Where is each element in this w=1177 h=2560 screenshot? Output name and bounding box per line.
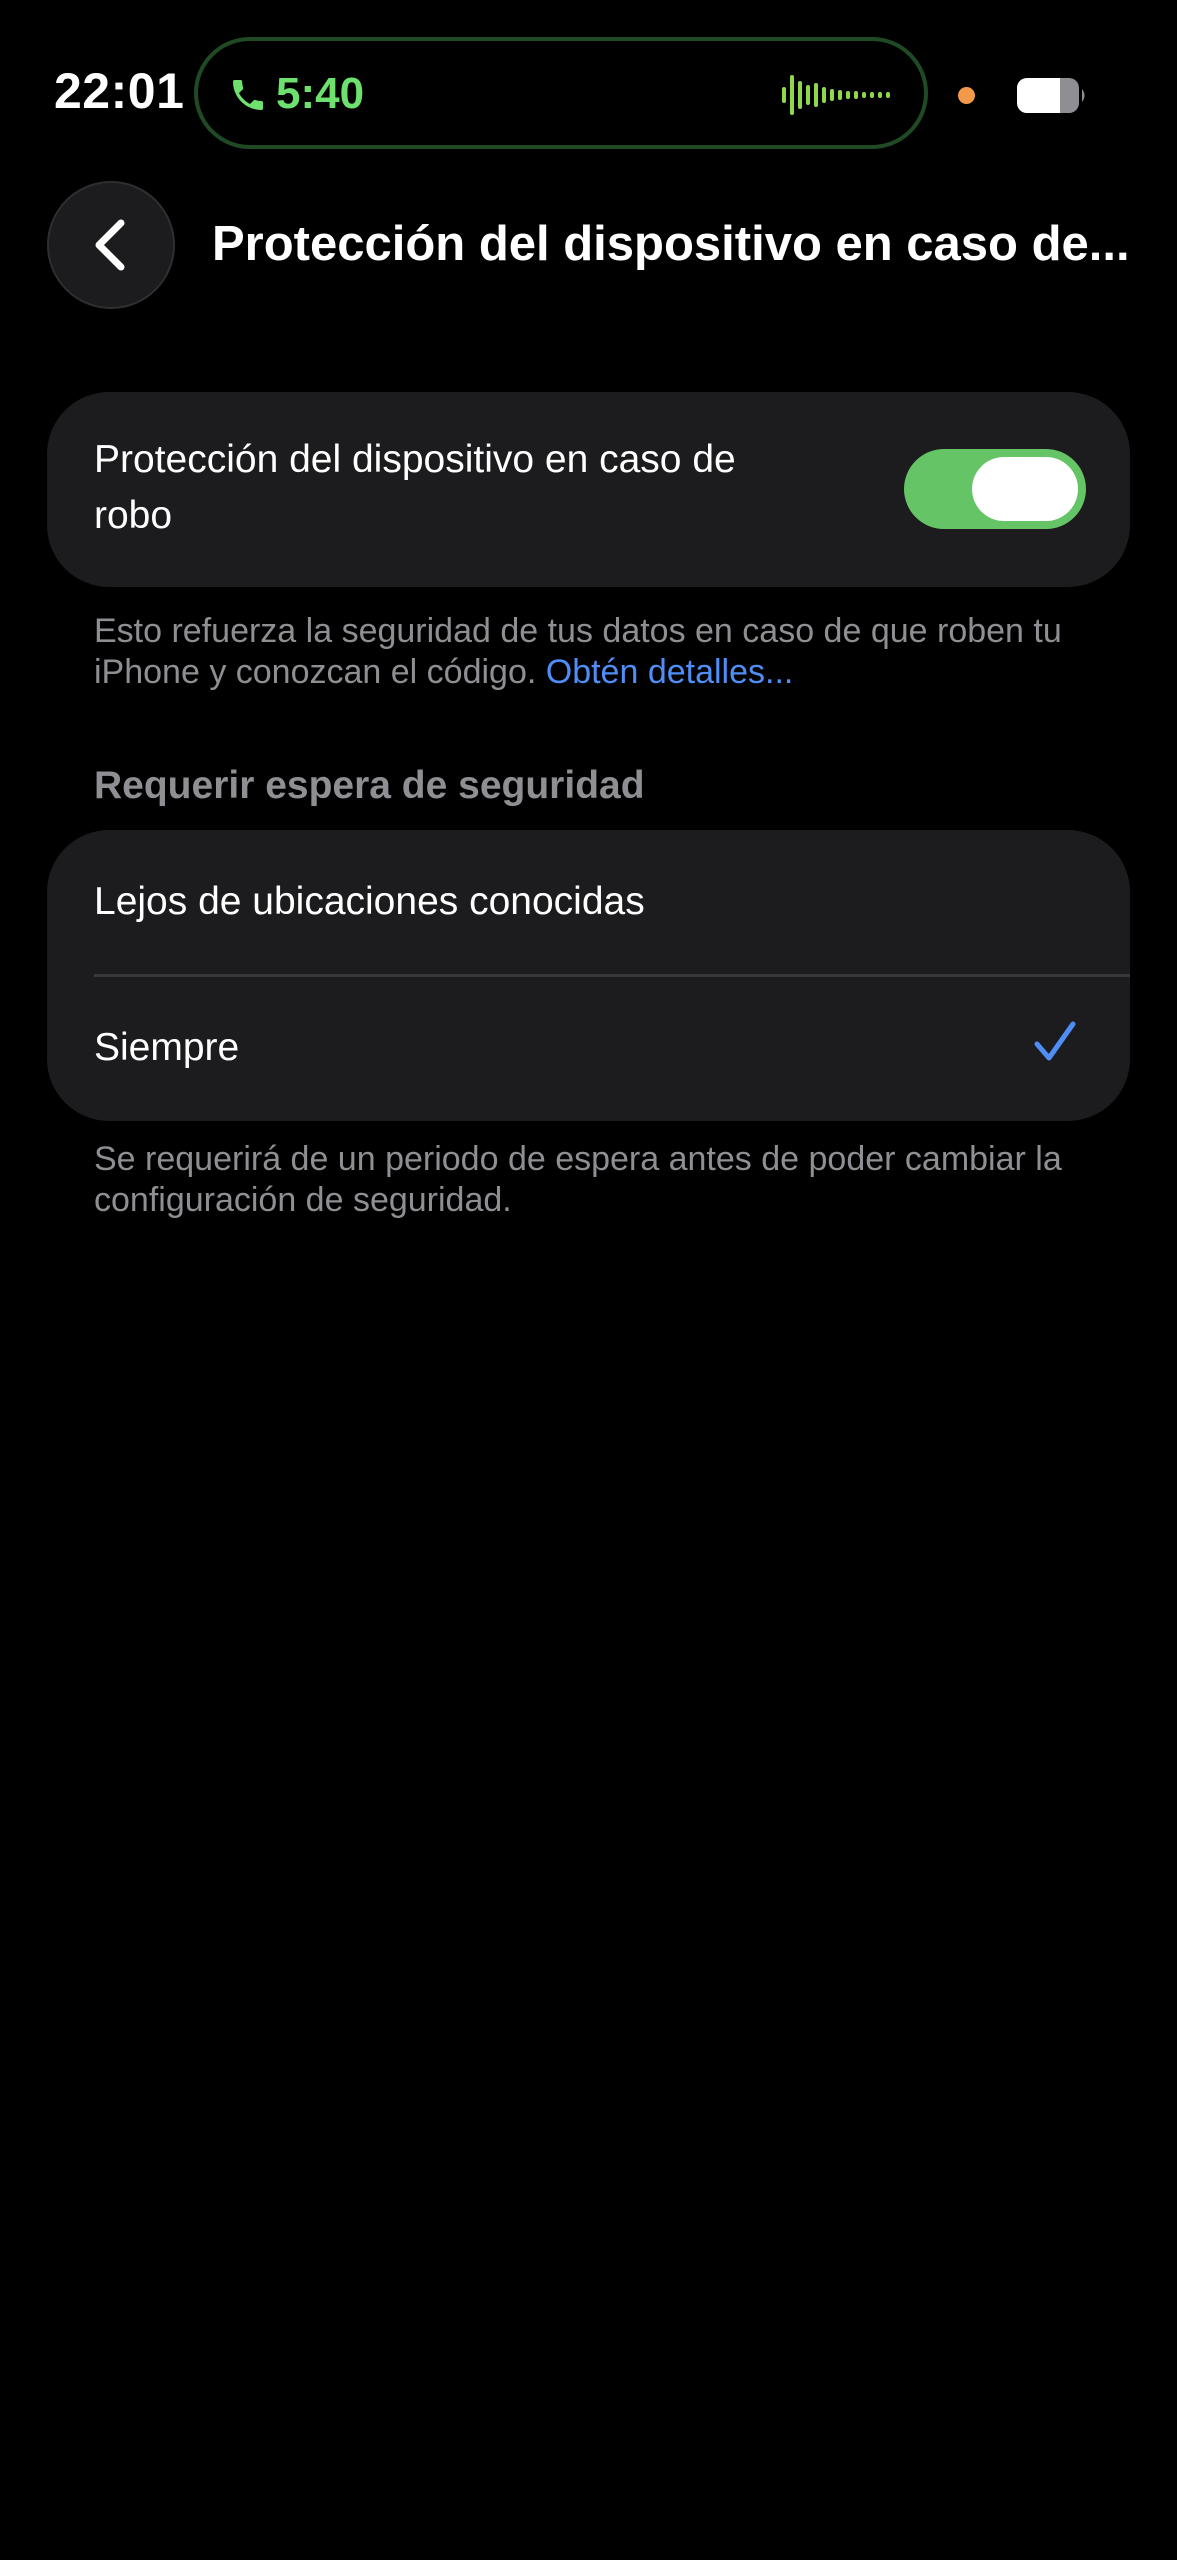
checkmark-icon (1034, 1021, 1076, 1061)
option-label: Lejos de ubicaciones conocidas (94, 880, 645, 923)
audio-waveform-icon (782, 75, 890, 115)
section-header-security-delay: Requerir espera de seguridad (94, 764, 645, 807)
theft-protection-toggle[interactable] (904, 449, 1086, 529)
option-away-from-familiar-locations[interactable]: Lejos de ubicaciones conocidas (47, 830, 1130, 977)
theft-protection-card: Protección del dispositivo en caso de ro… (47, 392, 1130, 587)
option-always[interactable]: Siempre (47, 976, 1130, 1121)
option-label: Siempre (94, 1026, 240, 1069)
status-time: 22:01 (54, 63, 185, 119)
dynamic-island-call[interactable]: 5:40 (194, 37, 928, 149)
phone-icon (233, 80, 263, 110)
theft-protection-label: Protección del dispositivo en caso de ro… (94, 438, 736, 537)
security-delay-footnote: Se requerirá de un periodo de espera ant… (94, 1140, 1062, 1219)
battery-icon (1017, 78, 1085, 113)
recording-indicator-dot (958, 87, 975, 104)
chevron-left-icon (95, 219, 125, 271)
back-button[interactable] (47, 181, 175, 309)
toggle-knob (972, 457, 1078, 521)
call-timer: 5:40 (276, 69, 365, 118)
page-title: Protección del dispositivo en caso de... (212, 217, 1130, 271)
theft-protection-footnote: Esto refuerza la seguridad de tus datos … (94, 611, 1094, 693)
learn-more-link[interactable]: Obtén detalles... (546, 653, 794, 691)
security-delay-options: Lejos de ubicaciones conocidas Siempre (47, 830, 1130, 1121)
